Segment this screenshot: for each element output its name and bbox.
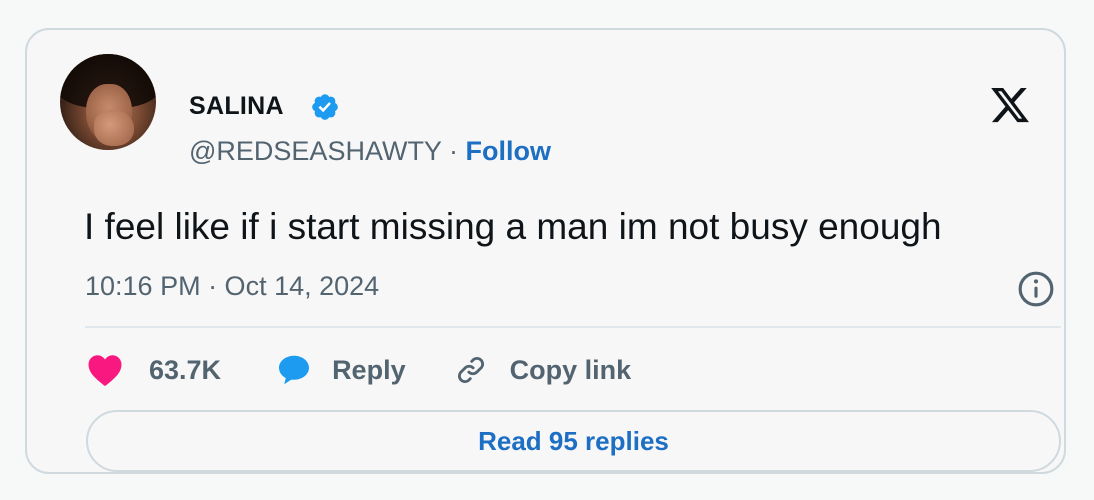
link-icon xyxy=(457,356,484,384)
tweet-card: SALINA @REDSEASHAWTY · Follow I feel lik… xyxy=(25,28,1066,474)
x-logo-icon[interactable] xyxy=(989,84,1031,126)
avatar-hand xyxy=(94,110,134,146)
author-name[interactable]: SALINA xyxy=(189,92,284,121)
like-button[interactable]: 63.7K xyxy=(87,353,221,387)
copy-link-label: Copy link xyxy=(509,354,632,385)
follow-link[interactable]: Follow xyxy=(465,136,550,166)
avatar[interactable] xyxy=(60,54,156,150)
tweet-actions: 63.7K Reply Copy link xyxy=(87,352,631,388)
heart-icon xyxy=(88,355,122,386)
tweet-text: I feel like if i start missing a man im … xyxy=(84,206,942,247)
read-replies-button[interactable]: Read 95 replies xyxy=(86,410,1061,472)
reply-label: Reply xyxy=(332,354,406,385)
like-count: 63.7K xyxy=(149,354,222,385)
reply-button[interactable]: Reply xyxy=(276,353,406,387)
author-handle-row: @REDSEASHAWTY · Follow xyxy=(189,136,551,167)
divider xyxy=(85,326,1061,328)
speech-bubble-icon xyxy=(279,355,310,385)
verified-badge-icon xyxy=(312,94,338,120)
info-icon[interactable] xyxy=(1017,270,1055,308)
copy-link-button[interactable]: Copy link xyxy=(454,353,632,387)
handle-separator: · xyxy=(448,136,458,166)
author-handle[interactable]: @REDSEASHAWTY xyxy=(189,136,441,166)
tweet-timestamp[interactable]: 10:16 PM · Oct 14, 2024 xyxy=(85,271,379,302)
